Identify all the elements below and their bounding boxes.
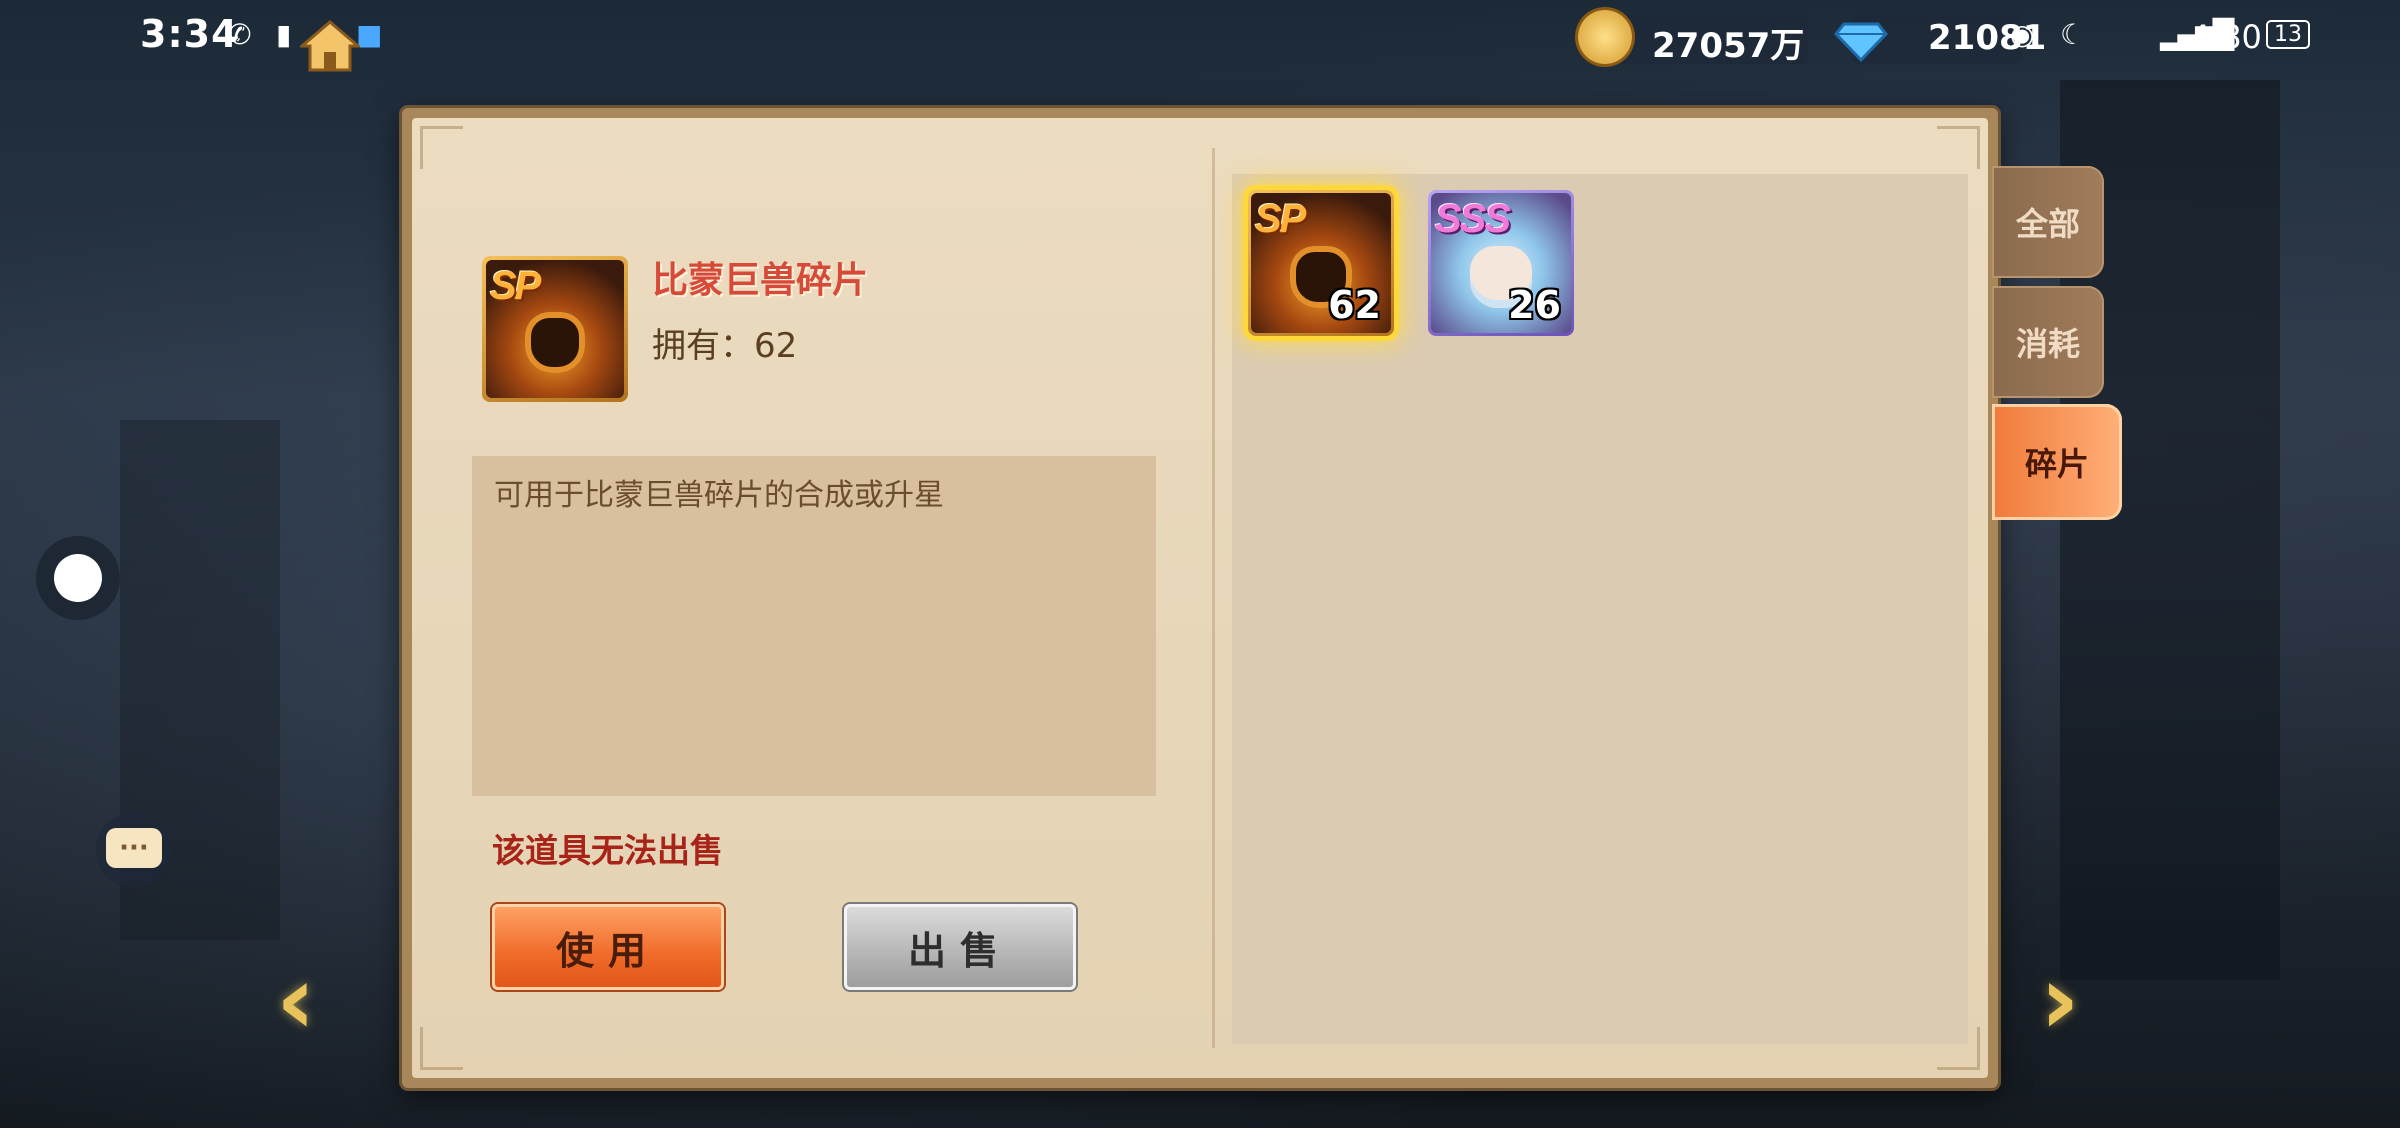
tab-consumable[interactable]: 消耗 <box>1992 286 2104 398</box>
portrait-image: SP 62 <box>1251 193 1391 333</box>
inventory-slot[interactable]: SSS 26 <box>1428 190 1574 336</box>
home-icon[interactable] <box>300 20 360 72</box>
battery-icon: 13 <box>2266 20 2310 49</box>
missed-call-icon: ✆ <box>228 18 252 51</box>
gold-coin-icon[interactable] <box>1578 10 1632 64</box>
use-button[interactable]: 使用 <box>492 904 724 990</box>
item-count: 62 <box>1328 283 1381 327</box>
gold-amount: 27057万 <box>1652 26 1805 66</box>
tab-all[interactable]: 全部 <box>1992 166 2104 278</box>
sell-button[interactable]: 出售 <box>844 904 1076 990</box>
inventory-slot[interactable]: SP 62 <box>1248 190 1394 336</box>
status-count: 4/80 <box>2190 18 2262 56</box>
corner-ornament <box>420 1027 463 1070</box>
rank-badge: SP <box>490 264 541 308</box>
sell-warning: 该道具无法出售 <box>492 831 723 870</box>
item-name: 比蒙巨兽碎片 <box>652 260 869 301</box>
description-box: 可用于比蒙巨兽碎片的合成或升星 <box>472 456 1156 796</box>
item-panel: SP 比蒙巨兽碎片 拥有：62 可用于比蒙巨兽碎片的合成或升星 该道具无法出售 … <box>402 108 1998 1088</box>
inventory-item: SP 62 <box>1248 190 1394 336</box>
inventory-item: SSS 26 <box>1428 190 1574 336</box>
diamond-icon[interactable] <box>1834 10 1888 64</box>
rank-badge: SP <box>1255 197 1306 241</box>
item-description: 可用于比蒙巨兽碎片的合成或升星 <box>494 478 944 513</box>
item-count: 26 <box>1508 283 1561 327</box>
moon-icon: ☾ <box>2060 18 2086 51</box>
corner-ornament <box>420 126 463 169</box>
corner-ornament <box>1937 126 1980 169</box>
status-time: 3:34 <box>140 12 239 56</box>
owned-count: 拥有：62 <box>652 326 798 366</box>
rank-badge: SSS <box>1435 197 1511 241</box>
arrow-right-icon[interactable]: › <box>2040 944 2080 1056</box>
battery-alert-icon: ▮ <box>276 18 292 51</box>
chat-button[interactable]: ··· <box>96 812 172 888</box>
eye-icon: ◉ <box>2010 18 2035 51</box>
status-bar: 3:34 ✆ ▮ ☁ ■ 27057万 21081 ◉ ☾ ▂▄▆█ 4/80 … <box>0 0 2400 72</box>
portrait-image: SSS 26 <box>1431 193 1571 333</box>
monster-face <box>524 312 586 374</box>
panel-body: SP 比蒙巨兽碎片 拥有：62 可用于比蒙巨兽碎片的合成或升星 该道具无法出售 … <box>412 118 1988 1078</box>
tab-fragment[interactable]: 碎片 <box>1992 404 2122 520</box>
floating-assist-button[interactable] <box>36 536 120 620</box>
portrait-image: SP <box>486 260 624 398</box>
item-portrait: SP <box>482 256 628 402</box>
chat-icon: ··· <box>106 828 162 868</box>
arrow-left-icon[interactable]: ‹ <box>276 944 316 1056</box>
panel-divider <box>1212 148 1215 1048</box>
